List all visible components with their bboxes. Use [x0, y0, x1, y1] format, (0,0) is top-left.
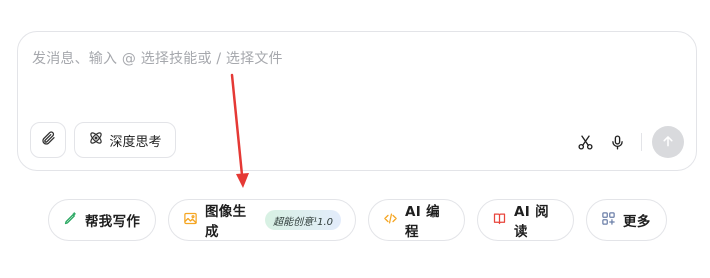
tools-divider [641, 133, 642, 151]
image-icon [183, 211, 198, 230]
quick-action-chips: 帮我写作 图像生成 超能创意¹1.0 AI 编程 AI 阅读 更多 [48, 199, 667, 241]
deep-think-button[interactable]: 深度思考 [74, 122, 176, 158]
paperclip-icon [40, 130, 56, 150]
message-composer[interactable]: 发消息、输入 @ 选择技能或 / 选择文件 深度思考 [17, 31, 697, 171]
super-creative-badge: 超能创意¹1.0 [265, 210, 341, 230]
chip-label: AI 阅读 [514, 204, 549, 240]
arrow-up-icon [661, 133, 675, 152]
chip-label: AI 编程 [405, 204, 440, 240]
atom-icon [88, 130, 104, 150]
attach-button[interactable] [30, 122, 66, 158]
composer-right-tools [567, 126, 684, 158]
book-icon [492, 211, 507, 230]
chip-image-generation[interactable]: 图像生成 超能创意¹1.0 [168, 199, 356, 241]
chip-ai-reading[interactable]: AI 阅读 [477, 199, 574, 241]
send-button[interactable] [652, 126, 684, 158]
chip-label: 更多 [623, 214, 651, 230]
microphone-icon[interactable] [603, 128, 631, 156]
chip-more[interactable]: 更多 [586, 199, 667, 241]
chip-writing[interactable]: 帮我写作 [48, 199, 156, 241]
chip-label: 帮我写作 [85, 214, 141, 230]
deep-think-label: 深度思考 [109, 134, 162, 150]
grid-plus-icon [601, 211, 616, 230]
pen-sparkle-icon [63, 211, 78, 230]
chip-label: 图像生成 [205, 204, 247, 240]
message-input-placeholder[interactable]: 发消息、输入 @ 选择技能或 / 选择文件 [32, 48, 283, 68]
scissors-icon[interactable] [571, 128, 599, 156]
chip-ai-coding[interactable]: AI 编程 [368, 199, 465, 241]
code-icon [383, 211, 398, 230]
